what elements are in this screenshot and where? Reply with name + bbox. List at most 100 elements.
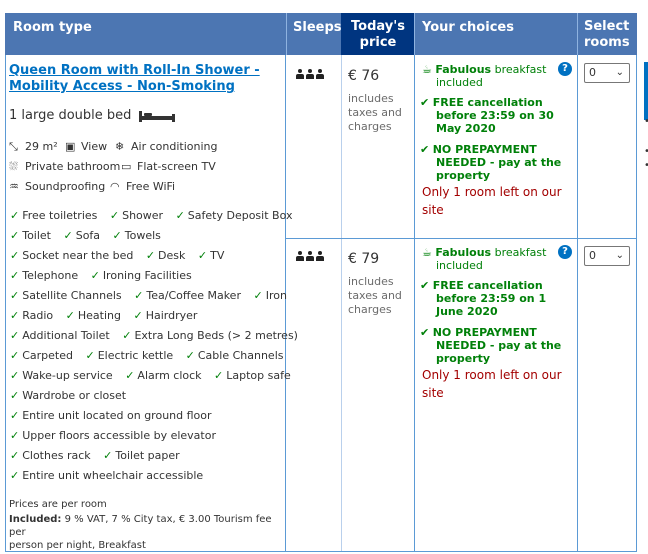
amenity-row: ✓ Entire unit wheelchair accessible	[10, 469, 204, 482]
room-quantity-select-1[interactable]: 0 ⌄	[584, 63, 630, 83]
sleeps-icon	[296, 64, 326, 83]
bullet: •	[644, 116, 648, 127]
room-name-line1: Queen Room with Roll-In Shower -	[9, 63, 260, 78]
check-icon: ✓	[10, 309, 20, 322]
room-name-line2: Mobility Access - Non-Smoking	[9, 79, 235, 94]
header-your-choices: Your choices	[422, 20, 514, 35]
check-icon: ✓	[10, 429, 20, 442]
amenity-row: ✓ Upper floors accessible by elevator	[10, 429, 216, 442]
amenity-row: ✓ Satellite Channels ✓ Tea/Coffee Maker ✓ I…	[10, 289, 287, 302]
facility-view: ▣ View	[65, 140, 108, 153]
check-icon: ✓	[197, 249, 208, 262]
rooms-left-option-2: Only 1 room left on our site	[422, 368, 562, 400]
amenity-row: ✓ Wake-up service ✓ Alarm clock ✓ Laptop sa…	[10, 369, 291, 382]
rooms-left-option-1: Only 1 room left on our site	[422, 185, 562, 217]
check-icon: ✓	[134, 289, 144, 302]
sleeps-icon	[296, 246, 326, 265]
check-icon: ✓	[145, 249, 156, 262]
no-prepayment-option-2: ✔ NO PREPAYMENT NEEDED - pay at the prop…	[420, 326, 562, 365]
check-icon: ✓	[103, 449, 113, 462]
facility-private-bathroom: ⛆ Private bathroom	[9, 160, 121, 173]
check-icon: ✓	[10, 269, 20, 282]
amenity-row: ✓ Socket near the bed ✓ Desk ✓ TV	[10, 249, 225, 262]
header-sleeps: Sleeps	[293, 20, 342, 35]
table-border	[577, 55, 578, 552]
breakfast-option-2: ☕ Fabulous breakfast included	[422, 246, 547, 272]
header-select-rooms: Select rooms	[584, 19, 630, 50]
free-cancellation-option-2: ✔ FREE cancellation before 23:59 on 1 Ju…	[420, 279, 547, 318]
chevron-down-icon: ⌄	[615, 67, 624, 78]
help-icon[interactable]: ?	[558, 62, 572, 76]
facility-air-conditioning: ❄ Air conditioning	[115, 140, 218, 153]
breakfast-option-1: ☕ Fabulous breakfast included	[422, 63, 547, 89]
check-icon: ✓	[65, 309, 75, 322]
facility-wifi: ◠ Free WiFi	[110, 180, 176, 193]
amenity-row: ✓ Toilet ✓ Sofa ✓ Towels	[10, 229, 161, 242]
check-icon: ✔	[420, 96, 430, 109]
table-border	[636, 55, 637, 552]
reserve-button-edge[interactable]	[644, 62, 648, 120]
area-icon: ⤡	[9, 140, 18, 153]
check-icon: ✓	[214, 369, 224, 382]
amenity-row: ✓ Telephone ✓ Ironing Facilities	[10, 269, 192, 282]
table-border	[285, 55, 286, 552]
no-prepayment-option-1: ✔ NO PREPAYMENT NEEDED - pay at the prop…	[420, 143, 562, 182]
check-icon: ✓	[10, 349, 20, 362]
table-border	[5, 55, 6, 552]
facility-tv: ▭ Flat-screen TV	[121, 160, 216, 173]
check-icon: ✓	[90, 269, 100, 282]
header-room-type: Room type	[13, 20, 92, 35]
header-divider	[577, 13, 578, 55]
amenity-row: ✓ Additional Toilet ✓ Extra Long Beds (> 2…	[10, 329, 298, 342]
check-icon: ✔	[420, 326, 430, 339]
header-divider	[286, 13, 287, 55]
facility-area: ⤡ 29 m²	[9, 140, 58, 153]
prices-note: Prices are per room	[9, 499, 107, 510]
tax-note-option-1: includes taxes and charges	[348, 92, 402, 133]
check-icon: ✓	[253, 289, 263, 302]
soundproofing-icon: ♒	[9, 180, 19, 193]
check-icon: ✓	[185, 349, 195, 362]
amenity-row: ✓ Wardrobe or closet	[10, 389, 127, 402]
bullet: •	[644, 146, 648, 157]
check-icon: ✓	[10, 449, 20, 462]
amenity-row: ✓ Clothes rack ✓ Toilet paper	[10, 449, 180, 462]
option-divider	[286, 238, 637, 239]
help-icon[interactable]: ?	[558, 245, 572, 259]
amenity-row: ✓ Radio ✓ Heating ✓ Hairdryer	[10, 309, 198, 322]
price-option-1: € 76	[348, 68, 380, 84]
check-icon: ✔	[420, 279, 430, 292]
bed-label: 1 large double bed	[9, 108, 132, 123]
facility-soundproofing: ♒ Soundproofing	[9, 180, 106, 193]
check-icon: ✓	[10, 289, 20, 302]
check-icon: ✓	[10, 469, 20, 482]
bed-info: 1 large double bed	[9, 108, 176, 123]
check-icon: ✓	[10, 409, 20, 422]
room-quantity-select-2[interactable]: 0 ⌄	[584, 246, 630, 266]
check-icon: ✓	[10, 329, 20, 342]
air-conditioning-icon: ❄	[115, 140, 125, 153]
bullet: •	[644, 160, 648, 171]
check-icon: ✓	[85, 349, 95, 362]
check-icon: ✓	[122, 329, 132, 342]
amenity-row: ✓ Carpeted ✓ Electric kettle ✓ Cable Channe…	[10, 349, 284, 362]
coffee-icon: ☕	[422, 246, 432, 259]
coffee-icon: ☕	[422, 63, 432, 76]
bathroom-icon: ⛆	[9, 160, 18, 173]
check-icon: ✓	[10, 249, 20, 262]
check-icon: ✓	[63, 229, 73, 242]
check-icon: ✓	[10, 389, 20, 402]
room-name-link[interactable]: Queen Room with Roll-In Shower - Mobilit…	[9, 63, 260, 95]
table-border	[341, 55, 342, 552]
view-icon: ▣	[65, 140, 76, 153]
check-icon: ✓	[175, 209, 185, 222]
check-icon: ✔	[420, 143, 430, 156]
wifi-icon: ◠	[110, 180, 120, 193]
header-divider	[414, 13, 415, 55]
bed-icon	[138, 109, 176, 123]
check-icon: ✓	[10, 229, 20, 242]
check-icon: ✓	[109, 209, 120, 222]
check-icon: ✓	[10, 209, 20, 222]
tax-note-option-2: includes taxes and charges	[348, 275, 402, 316]
check-icon: ✓	[10, 369, 20, 382]
